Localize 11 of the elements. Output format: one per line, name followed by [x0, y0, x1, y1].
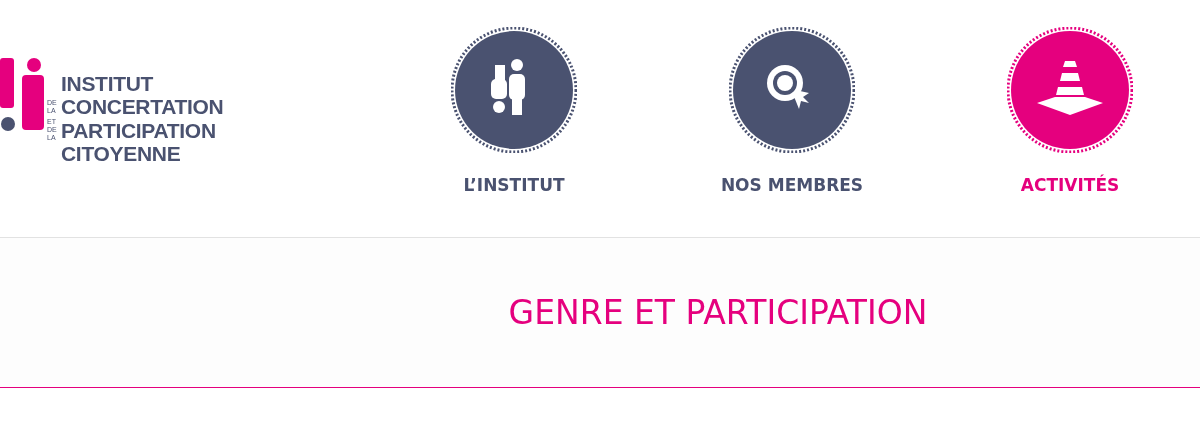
rosette-icon: [729, 27, 855, 153]
nav-tab[interactable]: L’INSTITUT: [434, 27, 594, 237]
nav-tab[interactable]: ACTIVITÉS: [990, 27, 1150, 237]
logo-word: CITOYENNE: [61, 142, 182, 165]
logo-word: INSTITUT: [61, 72, 155, 95]
cone-icon: [1007, 27, 1133, 153]
logo-word: PARTICIPATION: [61, 118, 217, 142]
people-icon: [451, 27, 577, 153]
page-title: GENRE ET PARTICIPATION: [508, 293, 928, 332]
nav-tab[interactable]: NOS MEMBRES: [712, 27, 872, 237]
logo-word: CONCERTATION: [61, 95, 224, 118]
